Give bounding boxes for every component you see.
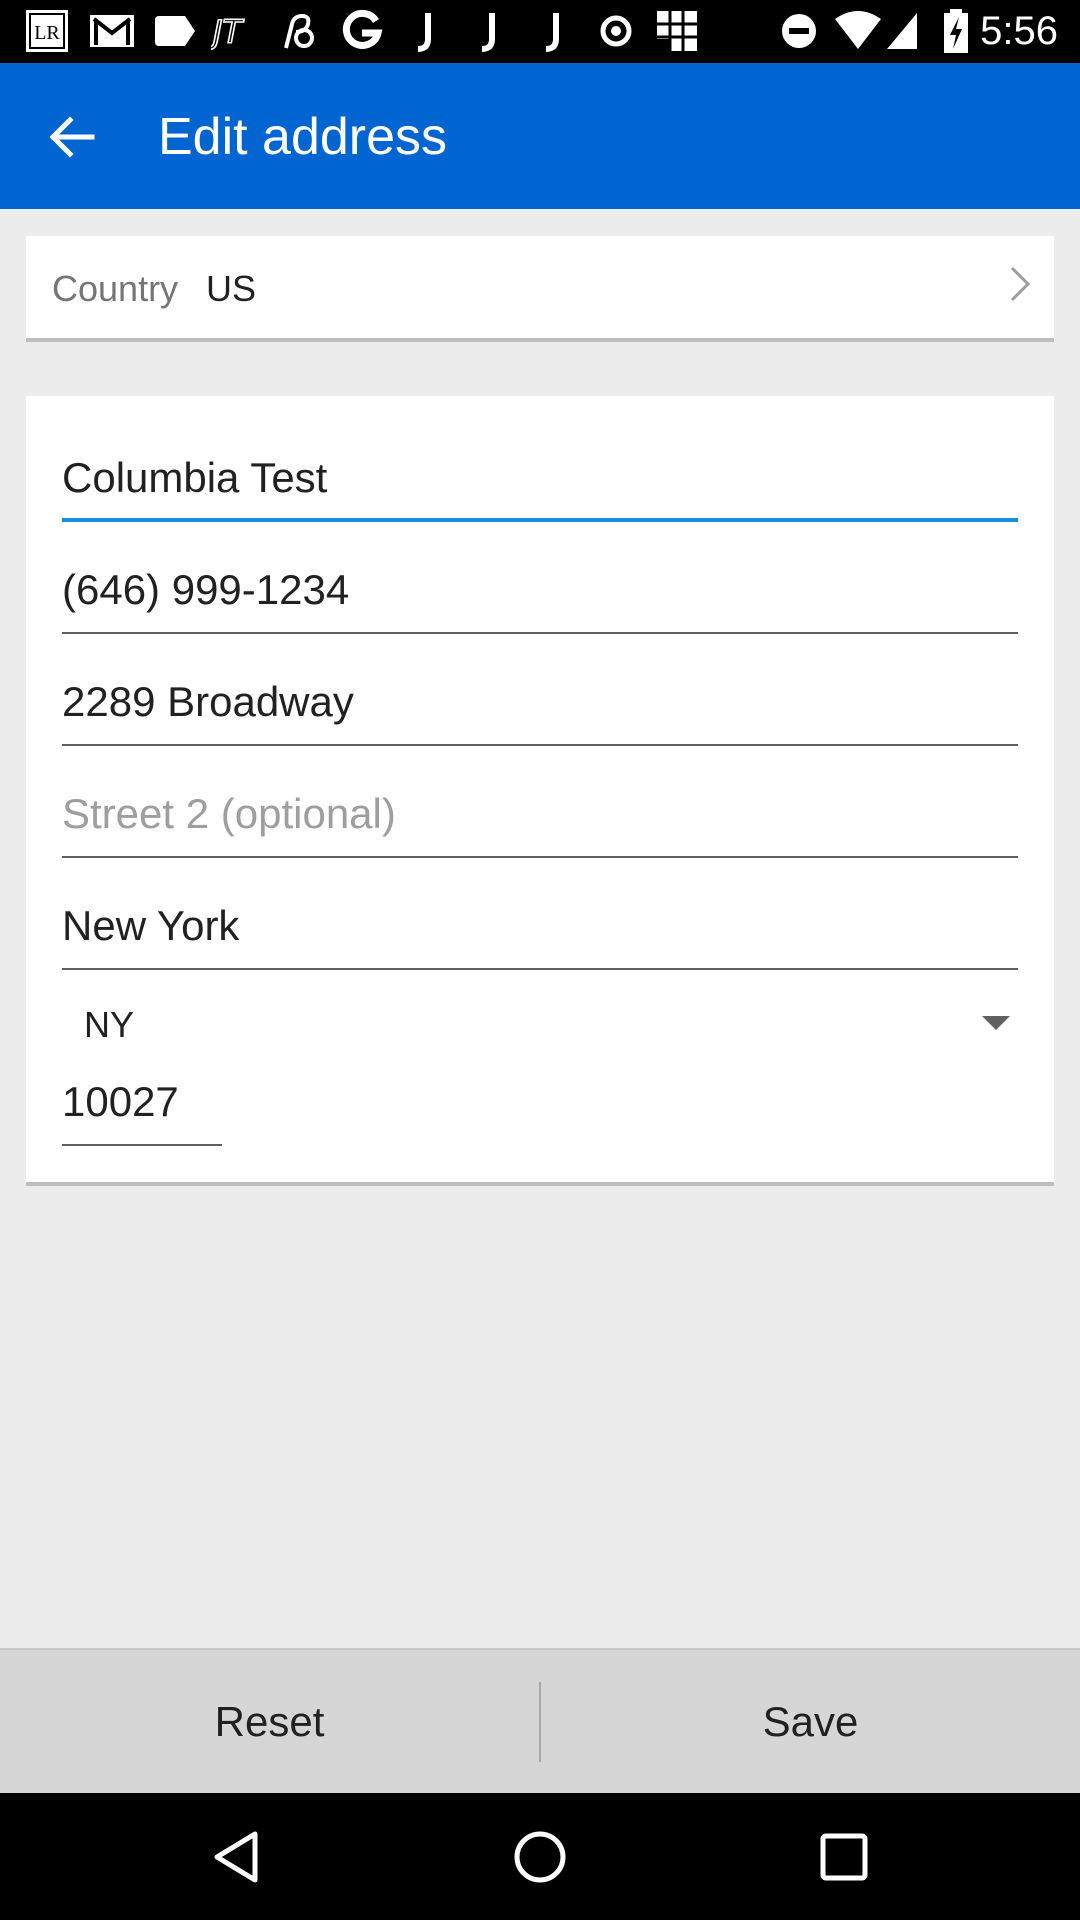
phone-field[interactable]: (646) 999-1234 xyxy=(62,564,1018,634)
zip-field[interactable]: 10027 xyxy=(62,1076,222,1146)
back-button[interactable] xyxy=(38,103,106,171)
j-app-icon xyxy=(474,8,502,54)
caret-down-icon xyxy=(982,1016,1010,1030)
system-nav-bar xyxy=(0,1793,1080,1920)
street2-placeholder: Street 2 (optional) xyxy=(62,790,396,837)
status-time: 5:56 xyxy=(980,9,1058,53)
tag-icon xyxy=(150,8,198,54)
circle-dot-icon xyxy=(596,8,636,54)
battery-charging-icon xyxy=(940,8,972,54)
arrow-left-icon xyxy=(49,116,95,158)
wifi-icon xyxy=(832,8,884,54)
chevron-right-icon xyxy=(1010,266,1031,302)
reset-button[interactable]: Reset xyxy=(0,1650,539,1793)
action-bar: Reset Save xyxy=(0,1648,1080,1793)
recents-nav-icon xyxy=(820,1833,868,1881)
grid-app-icon xyxy=(654,8,700,54)
street2-field[interactable]: Street 2 (optional) xyxy=(62,788,1018,858)
j-app-icon xyxy=(410,8,438,54)
city-field[interactable]: New York xyxy=(62,900,1018,970)
home-nav-icon xyxy=(514,1831,566,1883)
country-selector[interactable]: Country US xyxy=(26,236,1054,342)
back-nav-icon xyxy=(214,1831,258,1883)
svg-text:JT: JT xyxy=(211,13,244,51)
link-app-icon xyxy=(276,8,320,54)
cell-signal-icon xyxy=(884,8,920,54)
address-form: Columbia Test (646) 999-1234 2289 Broadw… xyxy=(26,396,1054,1186)
lr-app-icon: LR xyxy=(24,8,70,54)
save-button[interactable]: Save xyxy=(541,1650,1080,1793)
do-not-disturb-icon xyxy=(778,8,820,54)
status-bar: LR JT 5:56 xyxy=(0,0,1080,63)
back-nav-button[interactable] xyxy=(196,1821,276,1893)
app-bar: Edit address xyxy=(0,63,1080,209)
street1-field[interactable]: 2289 Broadway xyxy=(62,676,1018,746)
name-field[interactable]: Columbia Test xyxy=(62,452,1018,522)
gmail-icon xyxy=(86,8,138,54)
page-title: Edit address xyxy=(158,108,448,166)
j-app-icon xyxy=(538,8,566,54)
country-value: US xyxy=(206,268,257,309)
google-icon xyxy=(338,8,386,54)
country-label: Country xyxy=(52,268,179,309)
home-nav-button[interactable] xyxy=(500,1821,580,1893)
state-value: NY xyxy=(84,1004,135,1045)
jt-app-icon: JT xyxy=(210,8,262,54)
recents-nav-button[interactable] xyxy=(804,1821,884,1893)
svg-text:LR: LR xyxy=(34,22,60,44)
state-dropdown[interactable]: NY xyxy=(62,986,1018,1056)
